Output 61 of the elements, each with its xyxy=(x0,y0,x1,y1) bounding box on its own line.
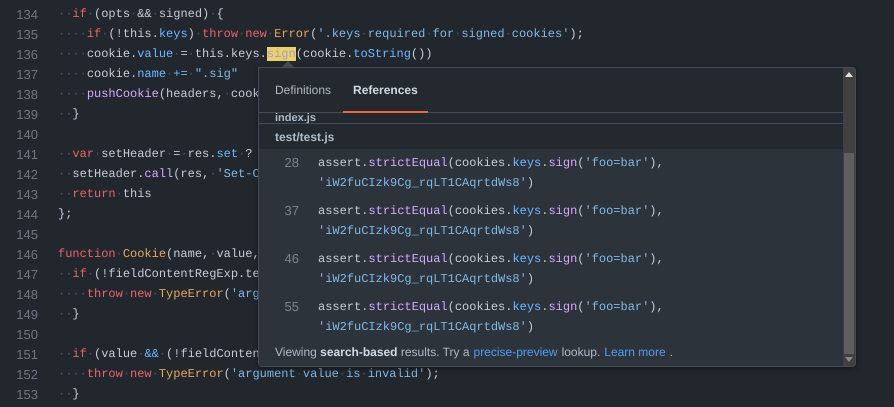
line-number: 146 xyxy=(15,246,38,262)
line-number: 153 xyxy=(15,386,38,402)
line-number: 152 xyxy=(15,366,38,382)
footer-text: lookup. xyxy=(562,345,600,359)
line-number: 150 xyxy=(15,326,38,342)
file-name: test/test.js xyxy=(275,130,334,144)
line-number: 142 xyxy=(15,166,38,182)
footer-text: . xyxy=(670,345,673,359)
line-number: 135 xyxy=(15,26,38,42)
line-number: 145 xyxy=(15,226,38,242)
code-line: ····if·(!this.keys)·throw·new·Error('.keys·required·for·signed·cookies'); xyxy=(58,27,584,41)
code-line: ··} xyxy=(58,387,80,401)
code-line[interactable]: assert.strictEqual(cookies.keys.sign('foo=bar'), xyxy=(318,201,664,221)
tab[interactable]: References xyxy=(343,68,428,114)
code-line[interactable]: assert.strictEqual(cookies.keys.sign('foo=bar'), xyxy=(318,153,664,173)
line-number: 55 xyxy=(284,298,299,316)
footer-text: Viewing search-based results. Try a xyxy=(275,345,470,359)
line-number: 147 xyxy=(15,266,38,282)
line-number: 136 xyxy=(15,46,38,62)
code-line: ····pushCookie(headers,·cook xyxy=(58,87,260,101)
line-number: 138 xyxy=(15,86,38,102)
code-line: ··if·(value·&&·(!fieldConten xyxy=(58,347,260,361)
line-number: 28 xyxy=(284,154,299,172)
line-number: 148 xyxy=(15,286,38,302)
link[interactable]: Learn more xyxy=(604,345,666,359)
scrollbar[interactable] xyxy=(843,68,855,366)
code-line: ····throw·new·TypeError('argument·value·is·invalid'); xyxy=(58,367,440,381)
code-line: ··setHeader.call(res,·'Set-C xyxy=(58,167,260,181)
line-number: 46 xyxy=(284,250,299,268)
tab[interactable]: Definitions xyxy=(265,68,342,114)
code-line: ····cookie.value·=·this.keys.sign(cookie.toString()) xyxy=(58,47,433,61)
line-number: 149 xyxy=(15,306,38,322)
code-line[interactable]: 'iW2fuCIzk9Cg_rqLT1CAqrtdWs8') xyxy=(318,173,664,193)
code-line[interactable]: 'iW2fuCIzk9Cg_rqLT1CAqrtdWs8') xyxy=(318,269,664,289)
scrollbar-thumb[interactable] xyxy=(844,153,854,354)
line-number: 144 xyxy=(15,206,38,222)
scroll-up-icon[interactable] xyxy=(845,72,853,77)
line-number: 151 xyxy=(15,346,38,362)
line-number: 137 xyxy=(15,66,38,82)
code-line[interactable]: 'iW2fuCIzk9Cg_rqLT1CAqrtdWs8') xyxy=(318,317,664,337)
code-line[interactable]: 'iW2fuCIzk9Cg_rqLT1CAqrtdWs8') xyxy=(318,221,664,241)
file-name: index.js xyxy=(275,112,316,124)
line-number: 143 xyxy=(15,186,38,202)
code-line: ··var·setHeader·=·res.set·? xyxy=(58,147,252,161)
code-line[interactable]: assert.strictEqual(cookies.keys.sign('foo=bar'), xyxy=(318,249,664,269)
code-line: ··if·(opts·&&·signed)·{ xyxy=(58,7,224,21)
code-line: function·Cookie(name,·value, xyxy=(58,247,260,261)
line-number: 141 xyxy=(15,146,38,162)
line-number: 139 xyxy=(15,106,38,122)
code-line: ··} xyxy=(58,107,80,121)
code-line: }; xyxy=(58,207,72,221)
scroll-down-icon[interactable] xyxy=(845,357,853,362)
code-line: ··} xyxy=(58,307,80,321)
code-line: ····cookie.name·+=·".sig" xyxy=(58,67,238,81)
line-number: 37 xyxy=(284,202,299,220)
line-number: 134 xyxy=(15,6,38,22)
code-line: ··if·(!fieldContentRegExp.te xyxy=(58,267,260,281)
link[interactable]: precise-preview xyxy=(474,345,558,359)
line-number: 140 xyxy=(15,126,38,142)
code-line[interactable]: assert.strictEqual(cookies.keys.sign('foo=bar'), xyxy=(318,297,664,317)
code-line: ··return·this xyxy=(58,187,152,201)
